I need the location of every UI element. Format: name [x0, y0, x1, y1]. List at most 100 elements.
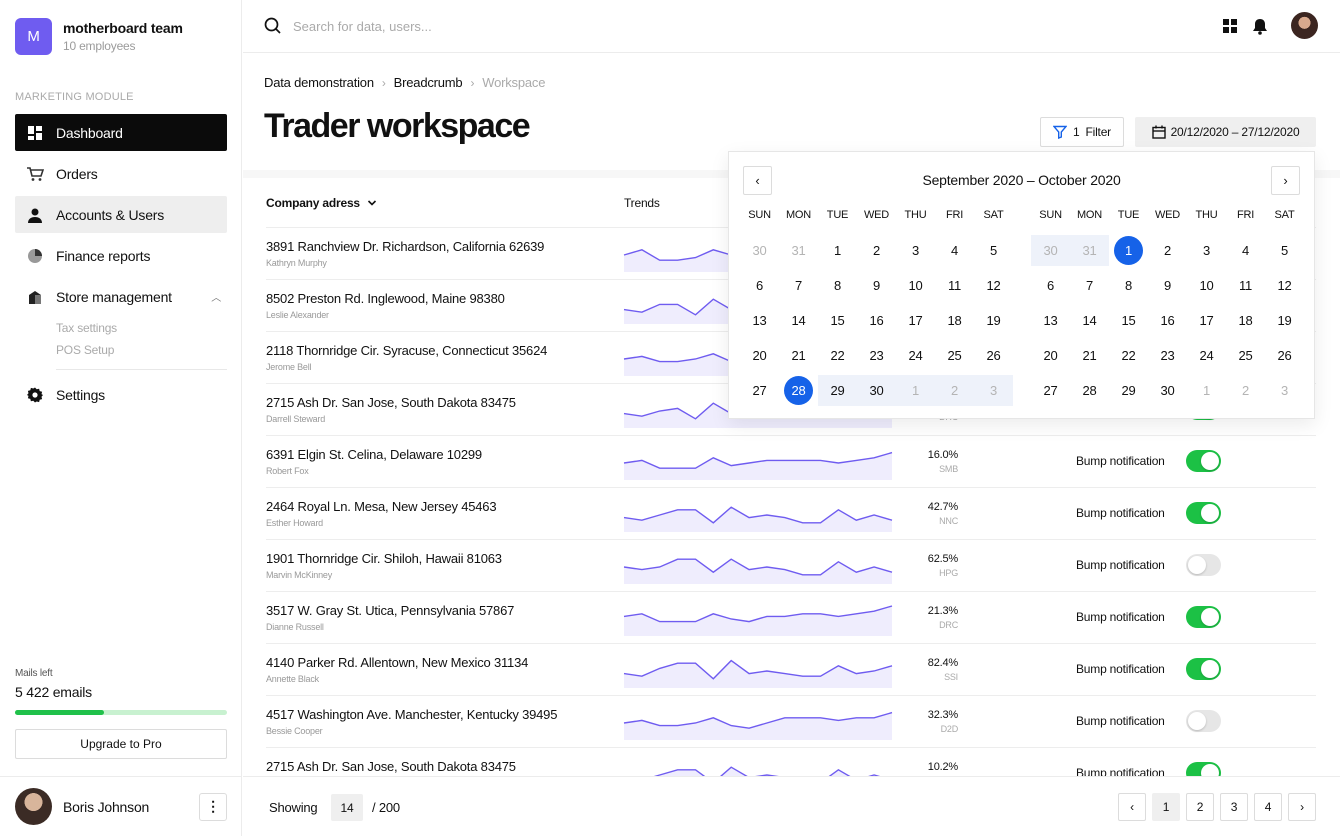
calendar-day[interactable]: 21: [779, 340, 818, 371]
calendar-day[interactable]: 31: [1070, 235, 1109, 266]
calendar-day[interactable]: 30: [1148, 375, 1187, 406]
user-avatar[interactable]: [1291, 12, 1318, 39]
page-button[interactable]: 1: [1152, 793, 1180, 821]
calendar-day[interactable]: 15: [1109, 305, 1148, 336]
next-month-icon[interactable]: ›: [1271, 166, 1300, 195]
calendar-day[interactable]: 2: [857, 235, 896, 266]
calendar-day[interactable]: 7: [779, 270, 818, 301]
calendar-day[interactable]: 4: [935, 235, 974, 266]
calendar-day[interactable]: 1: [896, 375, 935, 406]
bump-notification-toggle[interactable]: [1186, 710, 1221, 732]
per-page-select[interactable]: 14: [331, 794, 363, 821]
calendar-day[interactable]: 14: [779, 305, 818, 336]
calendar-day[interactable]: 5: [1265, 235, 1304, 266]
calendar-day[interactable]: 27: [740, 375, 779, 406]
calendar-day[interactable]: 12: [974, 270, 1013, 301]
calendar-day[interactable]: 22: [818, 340, 857, 371]
calendar-day[interactable]: 19: [974, 305, 1013, 336]
page-button[interactable]: 2: [1186, 793, 1214, 821]
calendar-day[interactable]: 19: [1265, 305, 1304, 336]
sidebar-item-settings[interactable]: Settings: [15, 376, 227, 413]
calendar-day[interactable]: 29: [818, 375, 857, 406]
calendar-day[interactable]: 30: [857, 375, 896, 406]
sidebar-item-dashboard[interactable]: Dashboard: [15, 114, 227, 151]
calendar-day[interactable]: 2: [935, 375, 974, 406]
calendar-day[interactable]: 1: [818, 235, 857, 266]
calendar-day[interactable]: 8: [1109, 270, 1148, 301]
calendar-day[interactable]: 21: [1070, 340, 1109, 371]
calendar-day[interactable]: 10: [896, 270, 935, 301]
sidebar-item-store[interactable]: Store management ︿: [15, 278, 227, 315]
more-options-icon[interactable]: ⋮: [199, 792, 227, 821]
calendar-day[interactable]: 20: [1031, 340, 1070, 371]
table-row[interactable]: 4140 Parker Rd. Allentown, New Mexico 31…: [266, 643, 1316, 695]
calendar-day[interactable]: 29: [1109, 375, 1148, 406]
calendar-day[interactable]: 3: [1265, 375, 1304, 406]
calendar-day[interactable]: 22: [1109, 340, 1148, 371]
bump-notification-toggle[interactable]: [1186, 658, 1221, 680]
calendar-day[interactable]: 3: [1187, 235, 1226, 266]
apps-grid-icon[interactable]: [1222, 18, 1238, 34]
calendar-day[interactable]: 16: [1148, 305, 1187, 336]
calendar-day[interactable]: 14: [1070, 305, 1109, 336]
sidebar-item-orders[interactable]: Orders: [15, 155, 227, 192]
table-row[interactable]: 1901 Thornridge Cir. Shiloh, Hawaii 8106…: [266, 539, 1316, 591]
calendar-day[interactable]: 17: [896, 305, 935, 336]
breadcrumb-item[interactable]: Data demonstration: [264, 75, 374, 90]
table-row[interactable]: 2464 Royal Ln. Mesa, New Jersey 45463 Est…: [266, 487, 1316, 539]
bump-notification-toggle[interactable]: [1186, 450, 1221, 472]
calendar-day-selected[interactable]: 1: [1109, 235, 1148, 266]
calendar-day[interactable]: 3: [974, 375, 1013, 406]
upgrade-button[interactable]: Upgrade to Pro: [15, 729, 227, 759]
calendar-day[interactable]: 17: [1187, 305, 1226, 336]
table-row[interactable]: 3517 W. Gray St. Utica, Pennsylvania 578…: [266, 591, 1316, 643]
date-range-button[interactable]: 20/12/2020 – 27/12/2020: [1135, 117, 1316, 147]
bump-notification-toggle[interactable]: [1186, 606, 1221, 628]
page-button[interactable]: 4: [1254, 793, 1282, 821]
calendar-day[interactable]: 13: [740, 305, 779, 336]
subnav-tax-settings[interactable]: Tax settings: [56, 317, 227, 339]
calendar-day[interactable]: 24: [1187, 340, 1226, 371]
calendar-day[interactable]: 6: [1031, 270, 1070, 301]
calendar-day[interactable]: 6: [740, 270, 779, 301]
calendar-day[interactable]: 1: [1187, 375, 1226, 406]
table-row[interactable]: 6391 Elgin St. Celina, Delaware 10299 Rob…: [266, 435, 1316, 487]
calendar-day[interactable]: 11: [935, 270, 974, 301]
calendar-day[interactable]: 25: [1226, 340, 1265, 371]
calendar-day[interactable]: 10: [1187, 270, 1226, 301]
calendar-day[interactable]: 2: [1226, 375, 1265, 406]
calendar-day[interactable]: 25: [935, 340, 974, 371]
calendar-day[interactable]: 18: [1226, 305, 1265, 336]
calendar-day[interactable]: 3: [896, 235, 935, 266]
search-input[interactable]: [293, 16, 693, 36]
calendar-day-selected[interactable]: 28: [779, 375, 818, 406]
calendar-day[interactable]: 8: [818, 270, 857, 301]
calendar-day[interactable]: 26: [1265, 340, 1304, 371]
prev-page-icon[interactable]: ‹: [1118, 793, 1146, 821]
calendar-day[interactable]: 18: [935, 305, 974, 336]
breadcrumb-item[interactable]: Breadcrumb: [394, 75, 463, 90]
calendar-day[interactable]: 24: [896, 340, 935, 371]
bump-notification-toggle[interactable]: [1186, 554, 1221, 576]
calendar-day[interactable]: 5: [974, 235, 1013, 266]
table-row[interactable]: 4517 Washington Ave. Manchester, Kentuck…: [266, 695, 1316, 747]
bell-icon[interactable]: [1252, 18, 1268, 35]
calendar-day[interactable]: 12: [1265, 270, 1304, 301]
calendar-day[interactable]: 2: [1148, 235, 1187, 266]
calendar-day[interactable]: 7: [1070, 270, 1109, 301]
calendar-day[interactable]: 27: [1031, 375, 1070, 406]
column-header-company[interactable]: Company adress: [266, 196, 377, 210]
sidebar-item-finance[interactable]: Finance reports: [15, 237, 227, 274]
calendar-day[interactable]: 11: [1226, 270, 1265, 301]
next-page-icon[interactable]: ›: [1288, 793, 1316, 821]
calendar-day[interactable]: 31: [779, 235, 818, 266]
calendar-day[interactable]: 9: [857, 270, 896, 301]
calendar-day[interactable]: 30: [1031, 235, 1070, 266]
calendar-day[interactable]: 23: [1148, 340, 1187, 371]
calendar-day[interactable]: 26: [974, 340, 1013, 371]
user-profile[interactable]: Boris Johnson ⋮: [0, 776, 242, 836]
bump-notification-toggle[interactable]: [1186, 502, 1221, 524]
calendar-day[interactable]: 28: [1070, 375, 1109, 406]
calendar-day[interactable]: 20: [740, 340, 779, 371]
subnav-pos-setup[interactable]: POS Setup: [56, 339, 227, 361]
